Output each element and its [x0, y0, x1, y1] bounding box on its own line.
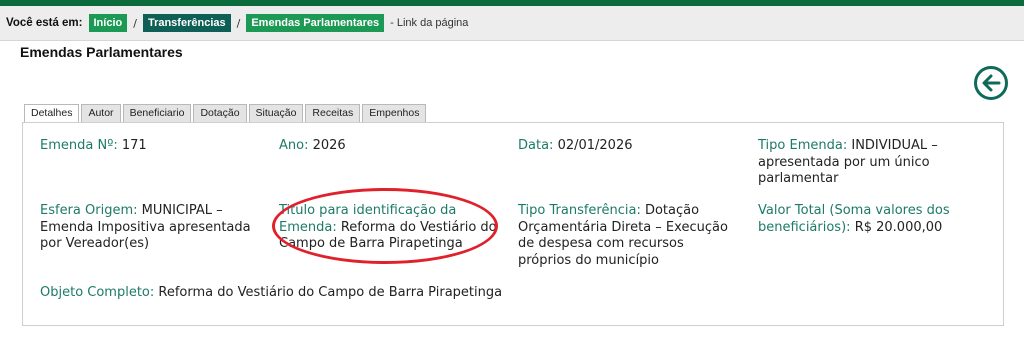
field-label: Esfera Origem: [40, 203, 138, 218]
tab-autor[interactable]: Autor [81, 104, 121, 122]
breadcrumb-item-inicio[interactable]: Início [88, 14, 128, 32]
field-value: Reforma do Vestiário do Campo de Barra P… [158, 285, 503, 300]
breadcrumb-label: Você está em: [6, 17, 83, 29]
breadcrumb-item-emendas[interactable]: Emendas Parlamentares [246, 14, 385, 32]
field-objeto-completo: Objeto Completo: Reforma do Vestiário do… [40, 285, 640, 302]
breadcrumb-separator: / [236, 16, 241, 30]
field-label: Objeto Completo: [40, 285, 155, 300]
breadcrumb-separator: / [133, 16, 137, 30]
field-label: Emenda Nº: [40, 138, 118, 153]
field-label: Data: [518, 138, 554, 153]
tab-receitas[interactable]: Receitas [305, 104, 361, 122]
tab-detalhes[interactable]: Detalhes [24, 104, 80, 123]
tab-bar: Detalhes Autor Beneficiario Dotação Situ… [24, 104, 428, 123]
arrow-left-circle-icon [982, 74, 1001, 92]
page-title: Emendas Parlamentares [20, 44, 183, 60]
tab-dotacao[interactable]: Dotação [193, 104, 247, 122]
tab-situacao[interactable]: Situação [248, 104, 304, 122]
field-data: Data: 02/01/2026 [518, 138, 738, 155]
field-label: Ano: [279, 138, 309, 153]
field-value: 2026 [312, 138, 346, 153]
field-value: R$ 20.000,00 [854, 219, 943, 235]
field-titulo-identificacao: Titulo para identificação da Emenda: Ref… [279, 203, 497, 253]
field-valor-total: Valor Total (Soma valores dos beneficiár… [758, 203, 976, 236]
field-emenda-numero: Emenda Nº: 171 [40, 138, 260, 155]
back-button[interactable] [974, 66, 1008, 100]
field-tipo-transferencia: Tipo Transferência: Dotação Orçamentária… [518, 203, 740, 269]
field-ano: Ano: 2026 [279, 138, 499, 155]
field-label: Tipo Emenda: [758, 138, 848, 153]
breadcrumb-item-transferencias[interactable]: Transferências [142, 14, 231, 32]
tab-beneficiario[interactable]: Beneficiario [122, 104, 192, 122]
field-tipo-emenda: Tipo Emenda: INDIVIDUAL – apresentada po… [758, 138, 976, 188]
tab-empenhos[interactable]: Empenhos [362, 104, 427, 122]
breadcrumb-page-link[interactable]: - Link da página [390, 17, 468, 29]
field-esfera-origem: Esfera Origem: MUNICIPAL – Emenda Imposi… [40, 203, 262, 253]
breadcrumb: Você está em: Início / Transferências / … [0, 6, 1024, 41]
field-label: Tipo Transferência: [518, 203, 641, 218]
field-value: 171 [121, 138, 147, 153]
field-value: 02/01/2026 [557, 138, 633, 153]
